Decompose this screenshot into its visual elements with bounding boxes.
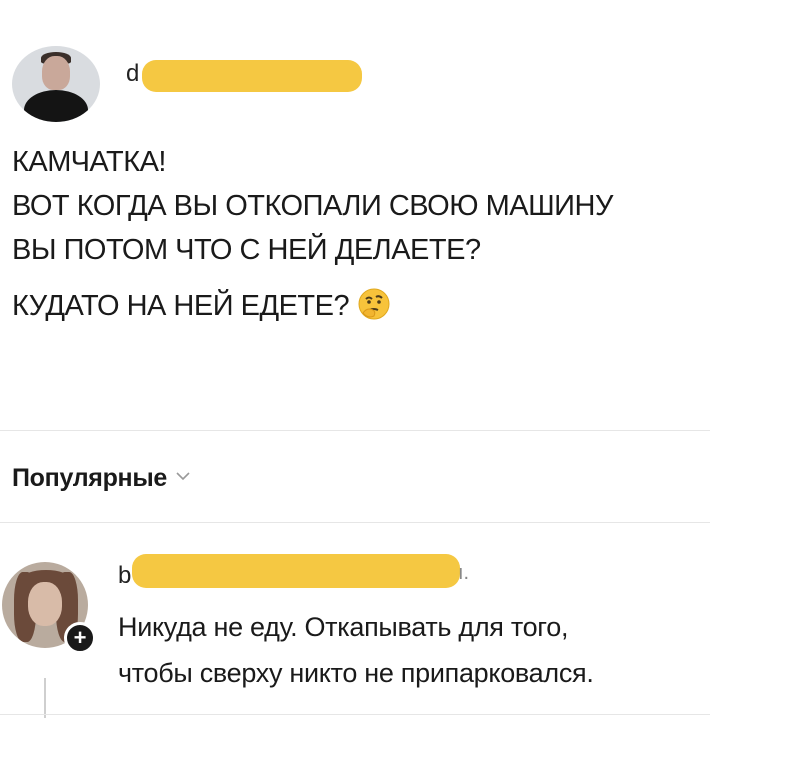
post-header: d xyxy=(8,40,708,122)
avatar-face xyxy=(28,582,62,626)
thinking-face-icon xyxy=(357,287,391,334)
divider xyxy=(0,430,710,431)
divider xyxy=(0,714,710,715)
comment-item: + b ı. Никуда не еду. Откапывать для тог… xyxy=(0,540,710,720)
username-redaction xyxy=(142,60,362,92)
avatar-shirt xyxy=(24,90,88,122)
divider xyxy=(0,522,710,523)
post-line-4: КУДАТО НА НЕЙ ЕДЕТЕ? xyxy=(12,284,712,334)
op-avatar[interactable] xyxy=(12,46,100,122)
op-username[interactable]: d xyxy=(126,60,139,88)
post-line-2: ВОТ КОГДА ВЫ ОТКОПАЛИ СВОЮ МАШИНУ xyxy=(12,190,613,222)
commenter-username[interactable]: b xyxy=(118,562,131,590)
username-trailing: ı. xyxy=(458,562,470,584)
avatar-face xyxy=(42,56,70,90)
sort-label: Популярные xyxy=(12,463,168,492)
username-redaction xyxy=(132,554,460,588)
comment-line-1: Никуда не еду. Откапывать для того, xyxy=(118,612,569,642)
post-line-4-text: КУДАТО НА НЕЙ ЕДЕТЕ? xyxy=(12,290,350,322)
post-line-3: ВЫ ПОТОМ ЧТО С НЕЙ ДЕЛАЕТЕ? xyxy=(12,234,481,266)
chevron-down-icon xyxy=(175,469,191,487)
comments-sort-dropdown[interactable]: Популярные xyxy=(12,458,191,498)
follow-plus-button[interactable]: + xyxy=(64,622,96,654)
comment-line-2: чтобы сверху никто не припарковался. xyxy=(118,658,594,688)
reply-thread-line xyxy=(44,678,46,718)
comment-text: Никуда не еду. Откапывать для того, чтоб… xyxy=(118,604,708,696)
post-line-1: КАМЧАТКА! xyxy=(12,146,166,178)
post-body: КАМЧАТКА! ВОТ КОГДА ВЫ ОТКОПАЛИ СВОЮ МАШ… xyxy=(12,140,712,334)
